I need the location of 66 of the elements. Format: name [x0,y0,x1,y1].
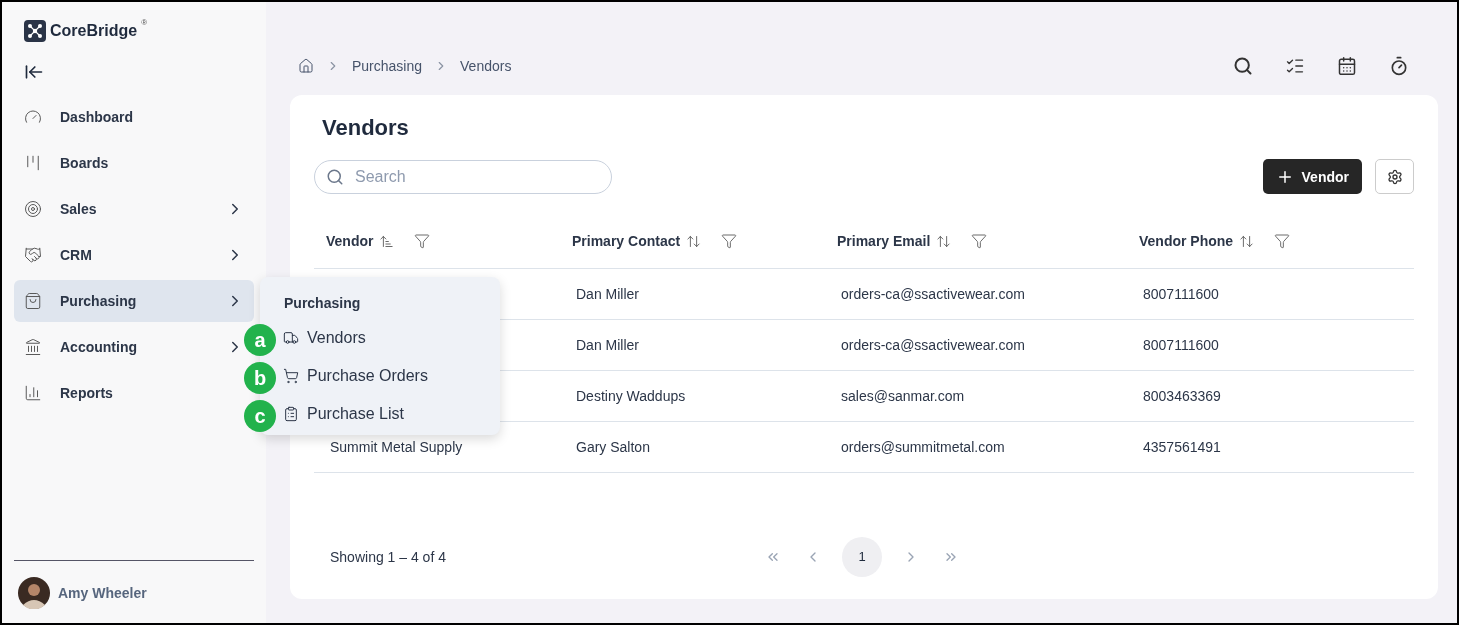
annotation-badge: b [244,362,276,394]
table-cell: 8007111600 [1143,286,1219,302]
table-cell: 8007111600 [1143,337,1219,353]
target-icon [24,200,42,218]
breadcrumb-link[interactable]: Vendors [460,58,512,74]
registered-mark: ® [141,18,148,27]
table-cell: Destiny Waddups [576,388,686,404]
submenu-item[interactable]: Vendors [277,319,500,357]
sidebar-item[interactable]: Purchasing [14,280,254,322]
submenu-item[interactable]: Purchase List [277,395,500,433]
sort-ascending-icon[interactable] [379,233,395,249]
logo-icon [24,20,46,42]
table-cell: Gary Salton [576,439,650,455]
bar-chart-icon [24,384,42,402]
avatar [18,577,50,609]
calendar-icon[interactable] [1336,55,1358,77]
handshake-icon [24,246,42,264]
annotation-badge: a [244,324,276,356]
sort-icon[interactable] [1239,233,1255,249]
search-icon [326,167,344,186]
gauge-icon [24,108,42,126]
user-name[interactable]: Amy Wheeler [58,585,147,601]
page-button[interactable]: 1 [842,536,882,577]
shopping-bag-icon [24,292,42,310]
page-title: Vendors [322,115,410,141]
sidebar-item[interactable]: Sales [14,188,254,230]
table-cell: Dan Miller [576,337,639,353]
table-cell: orders@summitmetal.com [841,439,1005,455]
showing-count: Showing 1 – 4 of 4 [330,548,447,565]
table-cell: sales@sanmar.com [841,388,965,404]
column-header[interactable]: Primary Contact [560,214,825,269]
column-header[interactable]: Primary Email [825,214,1127,269]
settings-icon [1386,168,1403,185]
collapse-icon[interactable] [24,62,44,82]
breadcrumb-link[interactable]: Purchasing [352,58,423,74]
brand-name: CoreBridge [50,22,138,40]
filter-icon[interactable] [721,233,738,249]
search-icon[interactable] [1232,55,1254,77]
bank-icon [24,338,42,356]
clipboard-icon [283,406,299,422]
column-header[interactable]: Vendor [314,214,560,269]
table-cell: orders-ca@ssactivewear.com [841,337,1025,353]
boards-icon [24,154,42,172]
truck-icon [283,330,299,346]
table-cell: 4357561491 [1143,439,1221,455]
table-cell: 8003463369 [1143,388,1221,404]
sidebar-item[interactable]: Boards [14,142,254,184]
settings-button[interactable] [1375,159,1414,194]
column-header[interactable]: Vendor Phone [1127,214,1414,269]
submenu-title: Purchasing [283,295,362,311]
sort-icon[interactable] [686,233,702,249]
table-cell: Dan Miller [576,286,639,302]
cart-icon [283,368,299,384]
search-field[interactable]: Search [314,159,612,194]
submenu-item[interactable]: Purchase Orders [277,357,500,395]
table-cell: orders-ca@ssactivewear.com [841,286,1025,302]
annotation-badge: c [244,400,276,432]
filter-icon[interactable] [414,233,431,249]
add-vendor-button[interactable]: Vendor [1262,159,1362,194]
table-cell: Summit Metal Supply [330,439,463,455]
filter-icon[interactable] [1274,233,1291,249]
sidebar-item[interactable]: Dashboard [14,96,254,138]
filter-icon[interactable] [971,233,988,249]
sort-icon[interactable] [936,233,952,249]
sidebar-item[interactable]: CRM [14,234,254,276]
home-icon[interactable] [298,58,314,74]
